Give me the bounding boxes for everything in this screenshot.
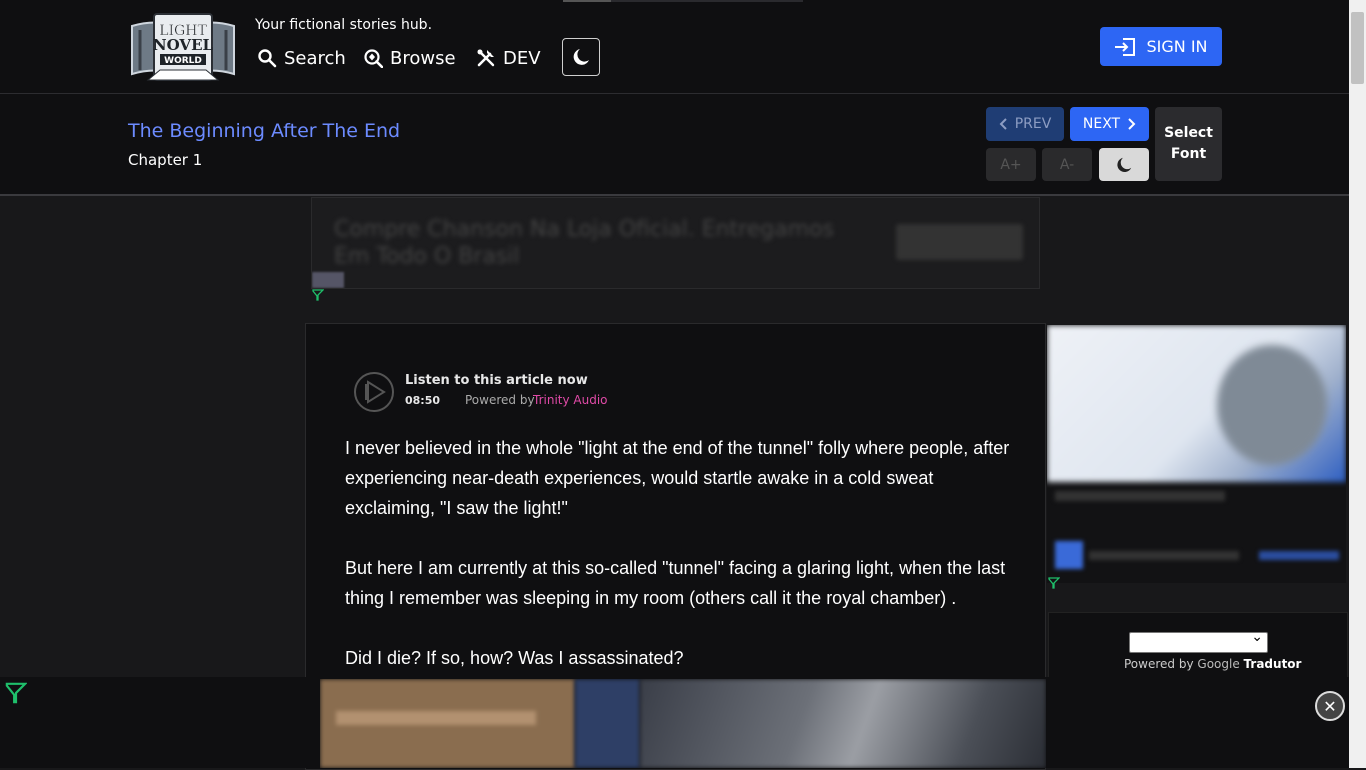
browse-icon <box>364 49 383 68</box>
sign-in-icon <box>1115 37 1136 56</box>
powered-by-label: Powered by <box>1124 657 1194 671</box>
powered-by-google: Powered by Google Tradutor <box>1124 657 1301 671</box>
font-increase-label: A+ <box>1000 156 1022 173</box>
select-font-line2: Font <box>1170 146 1207 162</box>
tradutor-label: Tradutor <box>1243 657 1302 671</box>
nav-browse-label: Browse <box>390 47 456 69</box>
chapter-paragraph: I never believed in the whole "light at … <box>345 438 1010 518</box>
bottom-banner-ad[interactable] <box>320 679 1046 768</box>
next-chapter-button[interactable]: NEXT <box>1070 107 1149 141</box>
nav-browse[interactable]: Browse <box>363 44 456 72</box>
nav-dev-label: DEV <box>503 47 541 69</box>
ad-blurred-line <box>1055 491 1225 501</box>
moon-icon <box>573 49 589 65</box>
ad-image-segment <box>575 679 640 768</box>
ad-thumbnail <box>312 272 344 288</box>
ad-choice-icon[interactable] <box>5 682 27 704</box>
language-select[interactable] <box>1129 629 1268 653</box>
ad-blurred-logo <box>1055 541 1083 569</box>
audio-powered-by: Powered by <box>465 393 535 407</box>
trinity-audio-link[interactable]: Trinity Audio <box>533 393 608 407</box>
nav-search-label: Search <box>284 47 346 69</box>
reader-theme-button[interactable] <box>1099 148 1149 181</box>
font-decrease-button[interactable]: A- <box>1042 148 1092 181</box>
ad-choice-icon[interactable] <box>312 289 324 301</box>
logo-text-world: WORLD <box>164 56 202 66</box>
close-ad-button[interactable]: ✕ <box>1315 691 1345 721</box>
top-banner-ad[interactable]: Compre Chanson Na Loja Oficial. Entregam… <box>311 197 1040 289</box>
next-label: NEXT <box>1082 116 1121 132</box>
logo-text-novel: NOVEL <box>153 36 214 54</box>
sidebar-ad[interactable] <box>1047 325 1346 583</box>
google-label: Google <box>1197 657 1240 671</box>
scrollbar-thumb[interactable] <box>1351 12 1364 84</box>
font-decrease-label: A- <box>1059 156 1075 173</box>
chapter-paragraph: Did I die? If so, how? Was I assassinate… <box>345 648 684 668</box>
chapter-paragraph: But here I am currently at this so-calle… <box>345 558 1006 608</box>
tools-icon <box>477 49 495 67</box>
chapter-title: Chapter 1 <box>128 151 203 169</box>
ad-blurred-link <box>1259 551 1339 560</box>
nav-dev[interactable]: DEV <box>476 44 541 72</box>
site-logo[interactable]: LIGHT NOVEL WORLD <box>128 12 238 82</box>
sign-in-button[interactable]: SIGN IN <box>1100 27 1222 66</box>
ad-blurred-button <box>896 224 1023 260</box>
sign-in-label: SIGN IN <box>1146 37 1208 56</box>
site-tagline: Your fictional stories hub. <box>255 17 433 33</box>
font-increase-button[interactable]: A+ <box>986 148 1036 181</box>
search-icon <box>258 49 277 68</box>
audio-duration: 08:50 <box>405 394 441 407</box>
play-audio-icon[interactable] <box>353 371 395 413</box>
chevron-right-icon <box>1128 118 1136 130</box>
nav-search[interactable]: Search <box>257 44 346 72</box>
chevron-left-icon <box>999 118 1007 130</box>
ad-choice-icon[interactable] <box>1048 577 1060 589</box>
ad-image-segment <box>640 679 1046 768</box>
novel-title-link[interactable]: The Beginning After The End <box>128 120 400 142</box>
ad-blurred-line <box>1089 551 1239 560</box>
prev-label: PREV <box>1014 116 1052 132</box>
close-icon: ✕ <box>1323 696 1337 716</box>
ad-image-segment <box>320 679 575 768</box>
ad-blurred-text: Compre Chanson Na Loja Oficial. Entregam… <box>334 217 835 269</box>
select-font-line1: Select <box>1164 125 1213 141</box>
audio-player-title: Listen to this article now <box>405 373 588 388</box>
loading-indicator <box>563 0 803 2</box>
theme-toggle-button[interactable] <box>562 38 600 76</box>
prev-chapter-button[interactable]: PREV <box>986 107 1064 141</box>
moon-icon <box>1117 157 1132 172</box>
select-font-button[interactable]: Select Font <box>1155 107 1222 181</box>
ad-image-figure <box>1217 345 1327 465</box>
page-scrollbar[interactable] <box>1349 0 1366 768</box>
